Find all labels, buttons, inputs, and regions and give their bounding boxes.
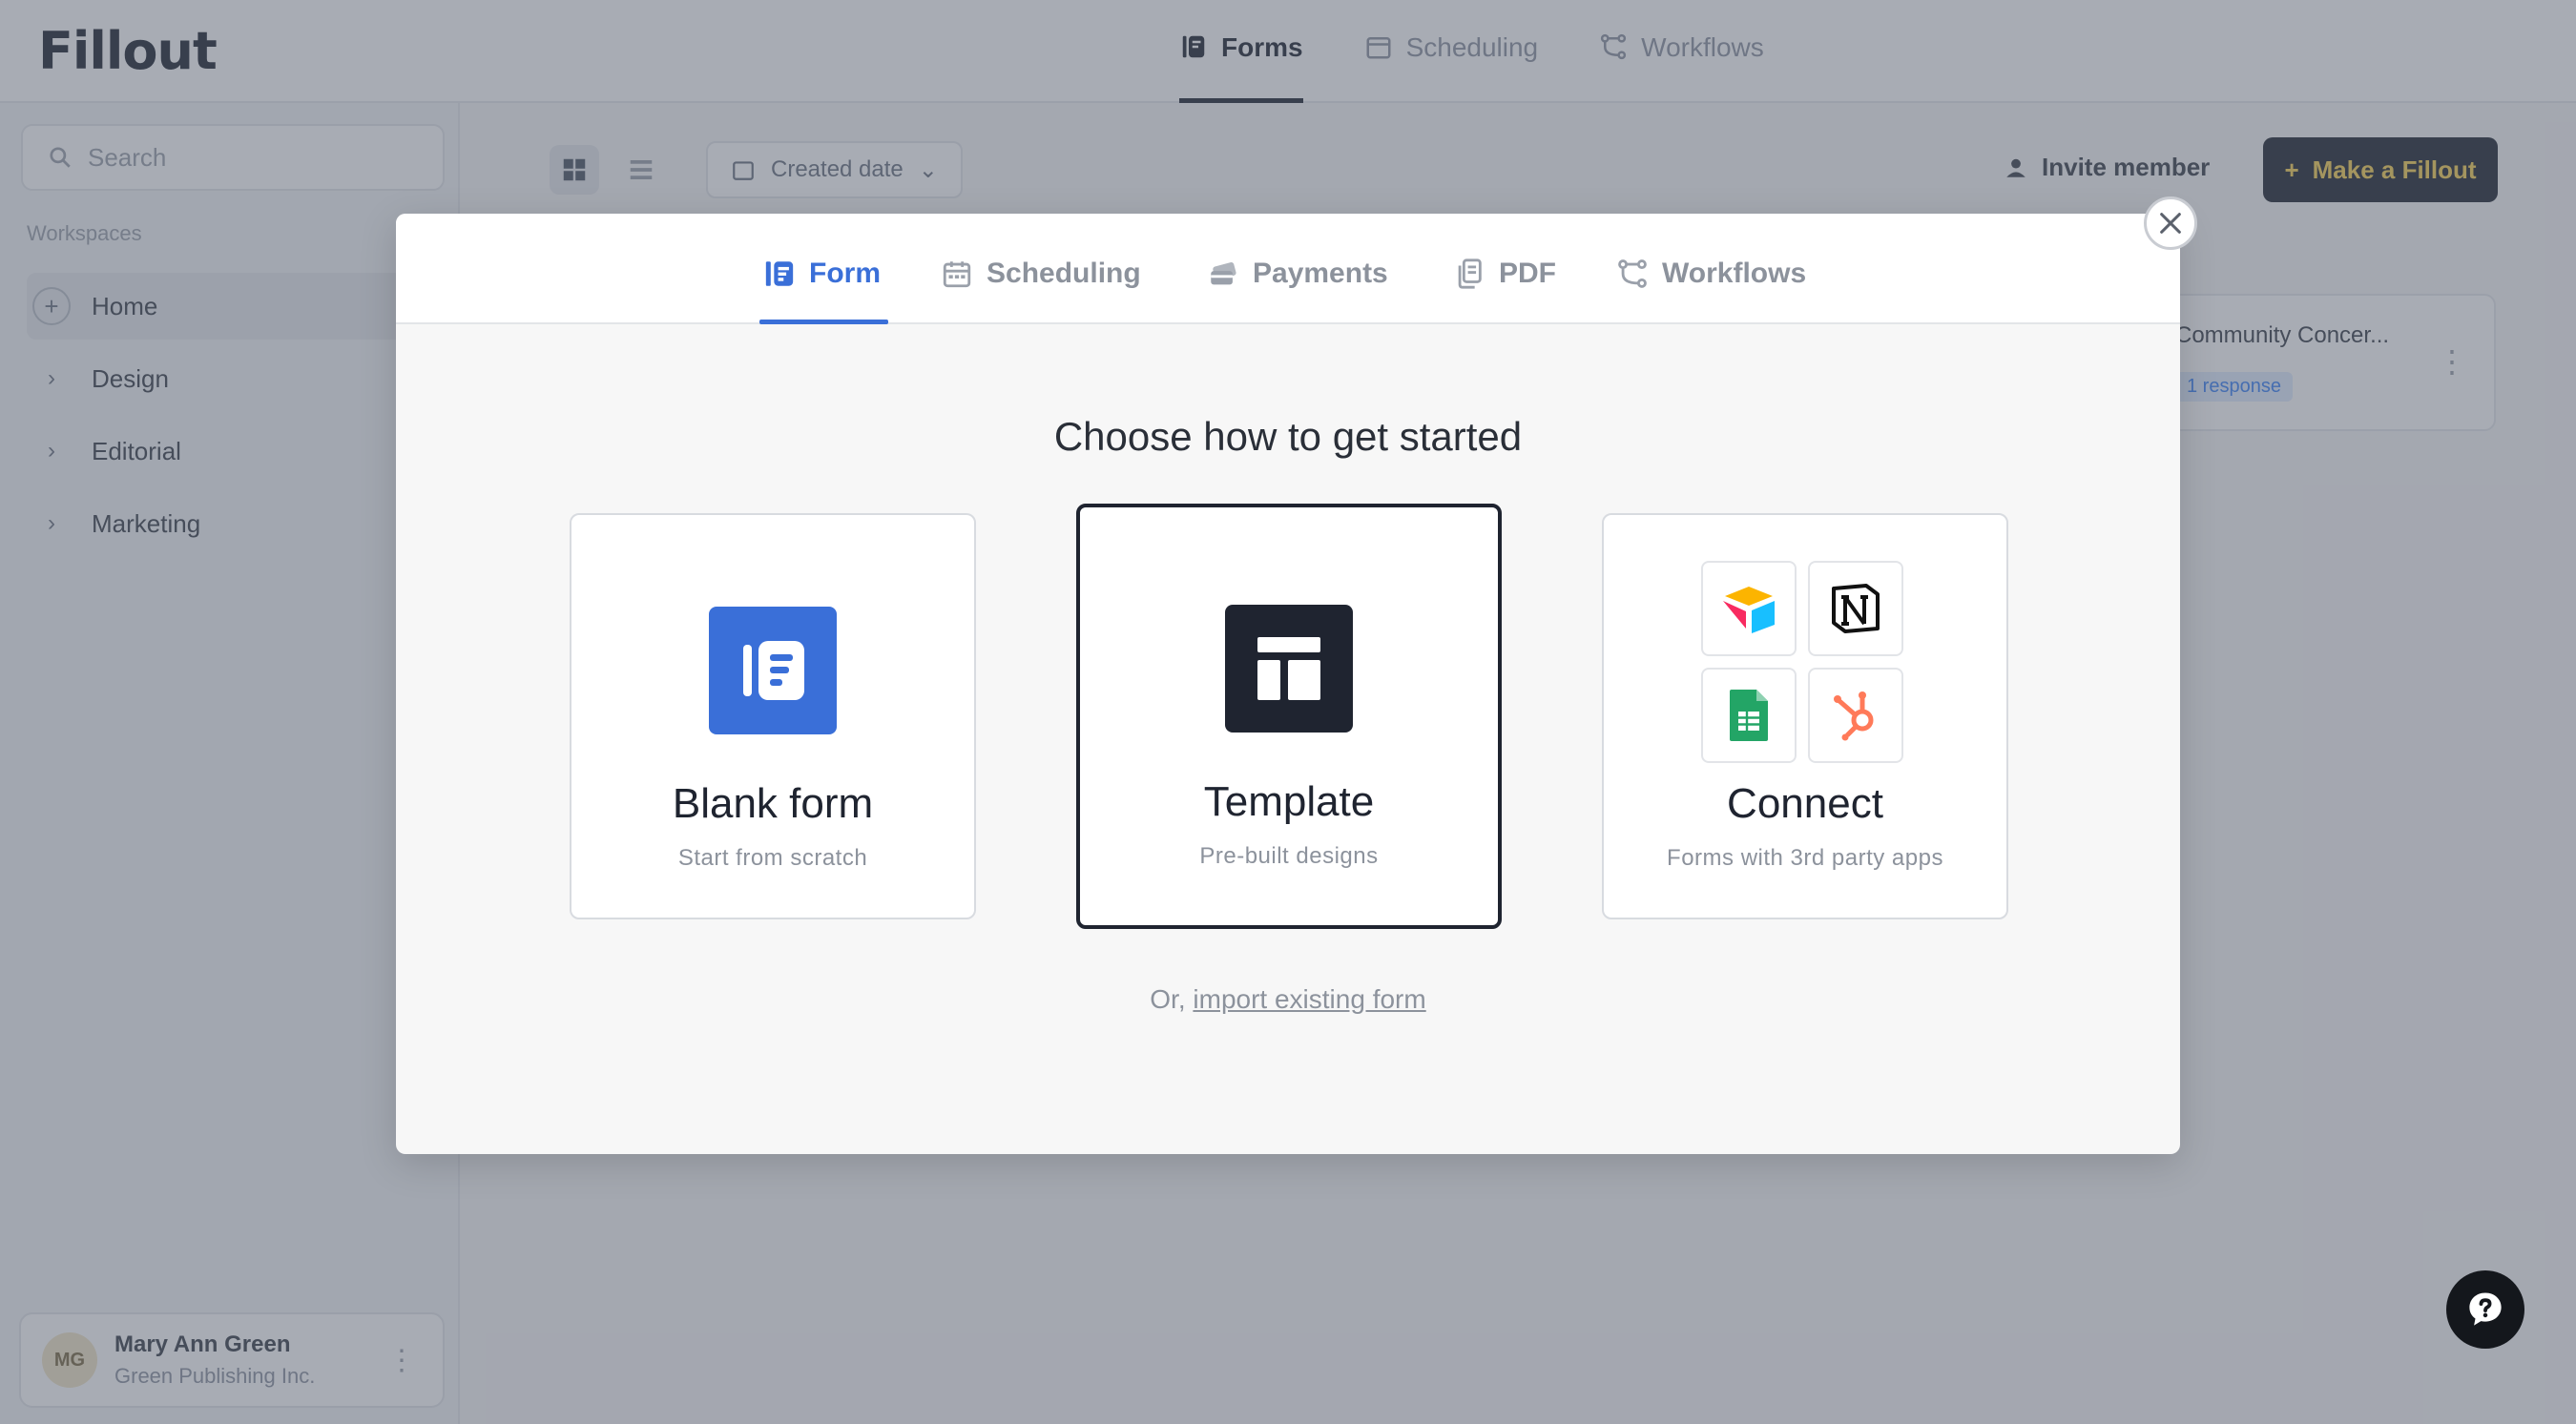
import-prefix: Or, [1150,984,1186,1014]
tab-payments[interactable]: Payments [1207,258,1388,324]
blank-form-subtitle: Start from scratch [677,845,868,871]
template-subtitle: Pre-built designs [1199,843,1379,869]
form-icon [765,261,794,286]
connect-title: Connect [1727,780,1883,827]
blank-form-option[interactable]: Blank form Start from scratch [570,513,976,919]
hubspot-icon [1808,668,1903,763]
tab-form[interactable]: Form [759,258,888,324]
modal-heading: Choose how to get started [1053,414,1523,459]
active-tab-indicator [759,320,888,324]
tab-pdf[interactable]: PDF [1453,258,1556,324]
close-icon [2160,213,2181,234]
tab-form-label: Form [809,258,881,289]
tab-scheduling-label: Scheduling [987,258,1141,289]
help-icon [2469,1292,2502,1326]
tab-pdf-label: PDF [1499,258,1556,289]
calendar-icon [943,261,971,288]
import-existing-form-link[interactable]: import existing form [1193,984,1425,1014]
google-sheets-icon [1701,668,1797,763]
blank-form-icon [709,607,837,739]
close-modal-button[interactable] [2144,196,2197,250]
tab-workflows[interactable]: Workflows [1616,258,1806,324]
modal-tabs: Form Scheduling Payments PDF Workflows [396,214,2180,324]
blank-form-title: Blank form [672,780,874,827]
integrations-icon [1701,561,1903,763]
connect-subtitle: Forms with 3rd party apps [1667,845,1943,871]
tab-workflows-label: Workflows [1662,258,1807,289]
create-modal: Form Scheduling Payments PDF Workflows C… [396,214,2180,1154]
template-icon [1225,605,1353,737]
import-row: Or, import existing form [396,984,2180,1015]
payments-icon [1211,262,1236,285]
tab-payments-label: Payments [1253,258,1388,289]
help-chat-button[interactable] [2446,1270,2524,1349]
pdf-icon [1458,258,1482,289]
template-option[interactable]: Template Pre-built designs [1076,504,1502,929]
template-title: Template [1203,778,1375,825]
notion-icon [1808,561,1903,656]
tab-scheduling[interactable]: Scheduling [941,258,1141,324]
workflow-icon [1618,259,1647,288]
connect-option[interactable]: Connect Forms with 3rd party apps [1602,513,2008,919]
airtable-icon [1701,561,1797,656]
